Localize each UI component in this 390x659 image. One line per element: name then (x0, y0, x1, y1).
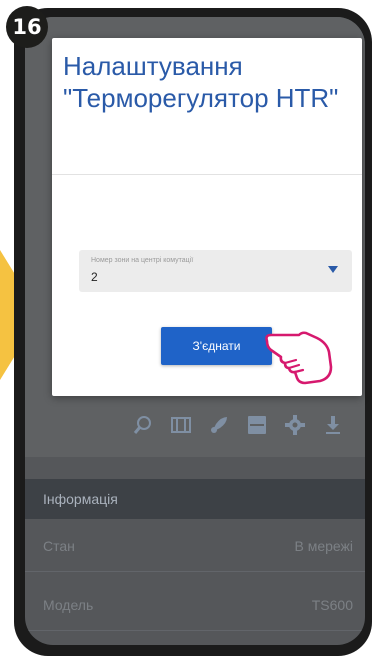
pointing-hand-icon (265, 331, 333, 385)
download-icon[interactable] (323, 415, 343, 435)
zone-number-select[interactable]: Номер зони на центрі комутації 2 (79, 250, 352, 292)
step-number-badge: 16 (6, 6, 48, 48)
connect-button[interactable]: З'єднати (161, 327, 272, 365)
dialog-title: Налаштування "Терморегулятор HTR" (63, 51, 339, 113)
info-row-value: В мережі (294, 537, 353, 554)
info-row-model: Модель TS600 (25, 579, 365, 631)
background-toolbar (25, 399, 365, 451)
save-icon[interactable] (247, 415, 267, 435)
info-row-value: TS600 (311, 596, 353, 613)
gear-icon[interactable] (285, 415, 305, 435)
zone-select-label: Номер зони на центрі комутації (91, 257, 194, 264)
film-icon[interactable] (171, 415, 191, 435)
info-section-header: Інформація (25, 479, 365, 519)
dropdown-arrow-icon[interactable] (328, 266, 338, 273)
rocket-icon[interactable] (209, 415, 229, 435)
info-row-status: Стан В мережі (25, 520, 365, 572)
info-row-label: Модель (43, 596, 94, 613)
dialog-divider (52, 174, 362, 175)
zone-select-value: 2 (91, 270, 98, 284)
info-row-label: Стан (43, 537, 75, 554)
search-icon[interactable] (133, 415, 153, 435)
info-header-label: Інформація (43, 491, 118, 507)
